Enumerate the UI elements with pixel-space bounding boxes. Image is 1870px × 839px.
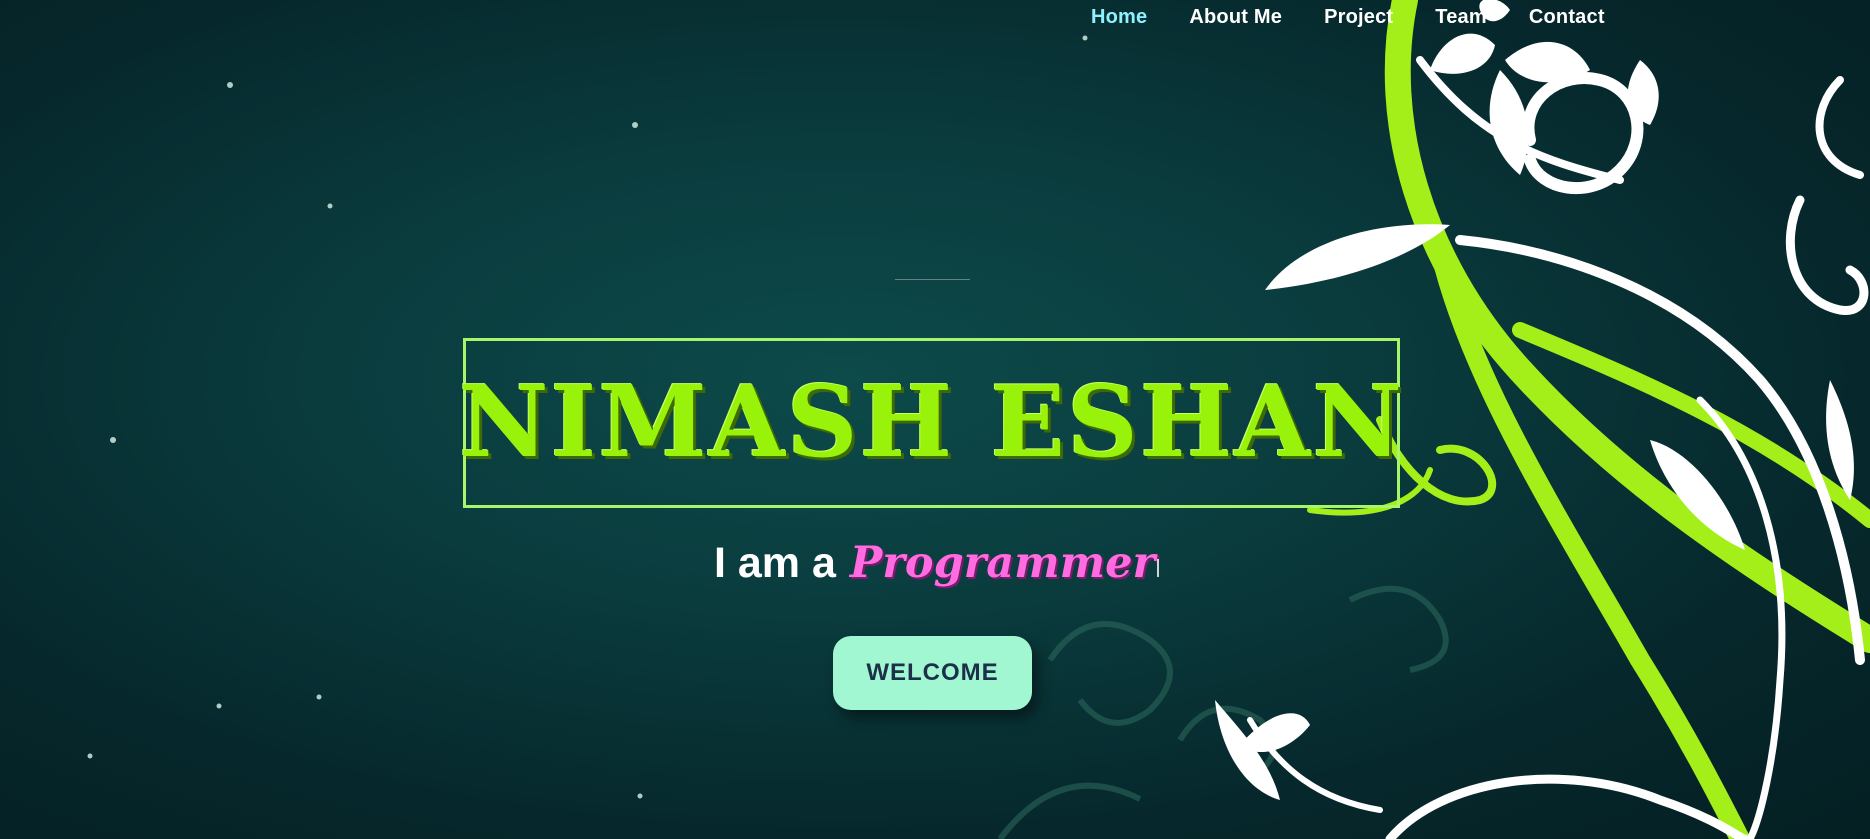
nav-team-link[interactable]: Team (1414, 4, 1508, 31)
nav-contact-link[interactable]: Contact (1508, 4, 1626, 31)
hero-page: Home About Me Project Team Contact NIMAS… (0, 0, 1870, 839)
hero-tagline: I am a Programmer (714, 538, 1160, 588)
typing-cursor (1157, 559, 1160, 577)
nav-project-link[interactable]: Project (1303, 4, 1414, 31)
nav-home-link[interactable]: Home (1070, 4, 1168, 31)
hero-name: NIMASH ESHAN (458, 365, 1405, 480)
tagline-prefix: I am a (714, 539, 836, 587)
main-nav: Home About Me Project Team Contact (1070, 4, 1626, 31)
name-frame: NIMASH ESHAN (459, 338, 1402, 508)
nav-about-me-link[interactable]: About Me (1168, 4, 1303, 31)
tagline-role: Programmer (849, 538, 1156, 588)
welcome-button[interactable]: WELCOME (833, 636, 1032, 710)
hero-divider (895, 279, 970, 280)
